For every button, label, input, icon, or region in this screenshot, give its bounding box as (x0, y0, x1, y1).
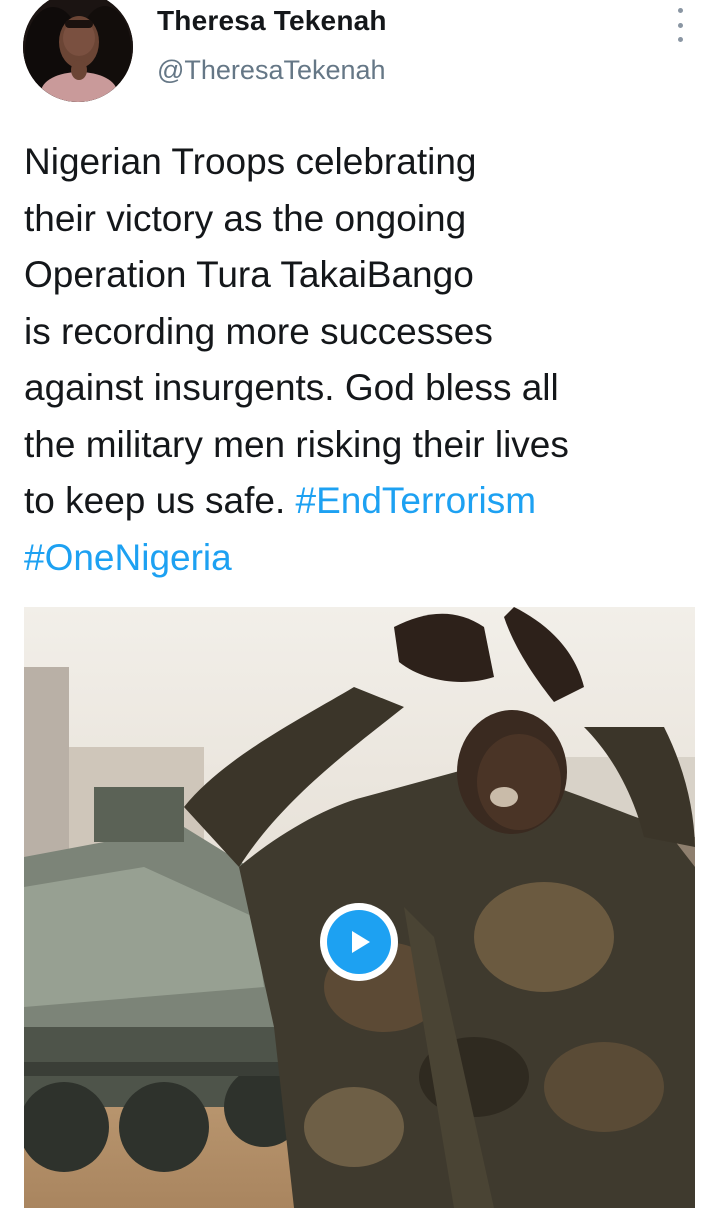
tweet-card[interactable]: Theresa Tekenah @TheresaTekenah Nigerian… (0, 0, 719, 1208)
author-display-name[interactable]: Theresa Tekenah (157, 5, 387, 37)
tweet-line-last: to keep us safe. #EndTerrorism (24, 473, 704, 530)
tweet-line: the military men risking their lives (24, 423, 569, 465)
play-button[interactable] (320, 903, 398, 981)
hashtag-endterrorism[interactable]: #EndTerrorism (296, 480, 537, 521)
menu-dot (677, 22, 683, 28)
avatar-image (23, 0, 133, 102)
tweet-text: Nigerian Troops celebrating their victor… (24, 134, 704, 586)
tweet-line: Operation Tura TakaiBango (24, 254, 474, 295)
more-vertical-icon[interactable] (668, 8, 692, 42)
menu-dot (677, 37, 683, 42)
avatar[interactable] (23, 0, 133, 102)
play-icon (352, 931, 370, 953)
tweet-line: their victory as the ongoing (24, 197, 467, 239)
play-button-circle (327, 910, 391, 974)
tweet-line-text: to keep us safe. (24, 480, 296, 521)
tweet-line: is recording more successes (24, 310, 493, 352)
tweet-line: Nigerian Troops celebrating (24, 141, 477, 182)
menu-dot (677, 8, 683, 13)
tweet-line-hashtag: #OneNigeria (24, 530, 704, 587)
author-handle[interactable]: @TheresaTekenah (157, 55, 386, 86)
hashtag-onenigeria[interactable]: #OneNigeria (24, 537, 232, 578)
tweet-line: against insurgents. God bless all (24, 367, 559, 408)
